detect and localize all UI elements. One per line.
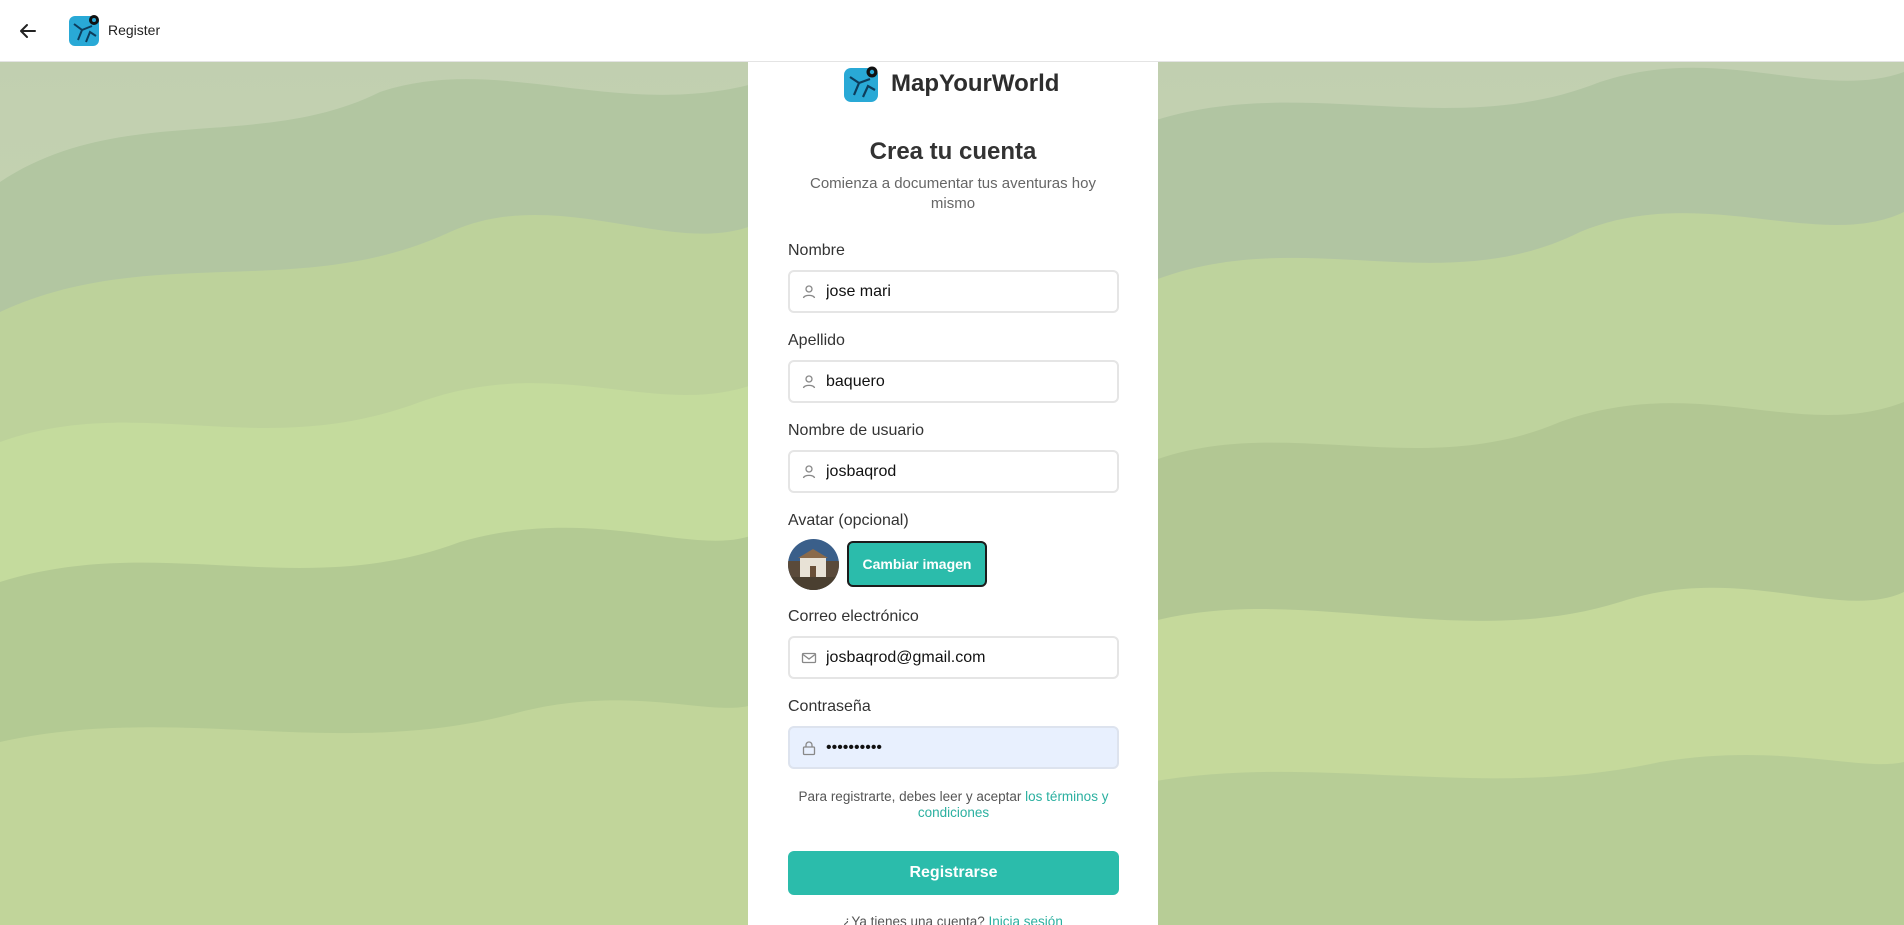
register-card: MapYourWorld Crea tu cuenta Comienza a d…	[748, 62, 1158, 925]
apellido-field[interactable]	[788, 360, 1119, 403]
brand: MapYourWorld	[843, 64, 1059, 104]
brand-logo-icon	[844, 66, 878, 102]
login-link[interactable]: Inicia sesión	[989, 914, 1063, 925]
password-input[interactable]	[826, 738, 1106, 757]
email-field[interactable]	[788, 636, 1119, 679]
password-label: Contraseña	[788, 698, 871, 715]
top-app-bar: Register	[0, 0, 1904, 62]
usuario-label: Nombre de usuario	[788, 422, 925, 439]
arrow-left-icon	[20, 24, 36, 38]
register-button[interactable]: Registrarse	[788, 851, 1119, 895]
nombre-field[interactable]	[788, 270, 1119, 313]
password-field[interactable]	[788, 726, 1119, 769]
back-button[interactable]	[14, 17, 42, 45]
form-heading: Crea tu cuenta	[869, 138, 1037, 165]
user-icon	[800, 373, 818, 391]
change-image-button[interactable]: Cambiar imagen	[847, 541, 987, 587]
mail-icon	[800, 649, 818, 667]
lock-icon	[800, 739, 818, 757]
apellido-label: Apellido	[788, 332, 845, 349]
form-subheading: Comienza a documentar tus aventuras hoy …	[810, 175, 1096, 212]
avatar-preview	[788, 539, 839, 590]
terms-text: Para registrarte, debes leer y aceptar	[798, 789, 1026, 804]
page-title: Register	[108, 22, 161, 38]
terms-notice: Para registrarte, debes leer y aceptar l…	[788, 789, 1119, 821]
user-icon	[800, 283, 818, 301]
app-logo-icon	[69, 15, 99, 46]
usuario-field[interactable]	[788, 450, 1119, 493]
email-input[interactable]	[826, 648, 1106, 667]
email-label: Correo electrónico	[788, 608, 919, 625]
nombre-label: Nombre	[788, 242, 845, 259]
nombre-input[interactable]	[826, 282, 1106, 301]
avatar-label: Avatar (opcional)	[788, 512, 909, 529]
apellido-input[interactable]	[826, 372, 1106, 391]
brand-name: MapYourWorld	[891, 70, 1060, 97]
login-text: ¿Ya tienes una cuenta?	[843, 914, 989, 925]
user-icon	[800, 463, 818, 481]
login-prompt: ¿Ya tienes una cuenta? Inicia sesión	[748, 914, 1158, 925]
usuario-input[interactable]	[826, 462, 1106, 481]
